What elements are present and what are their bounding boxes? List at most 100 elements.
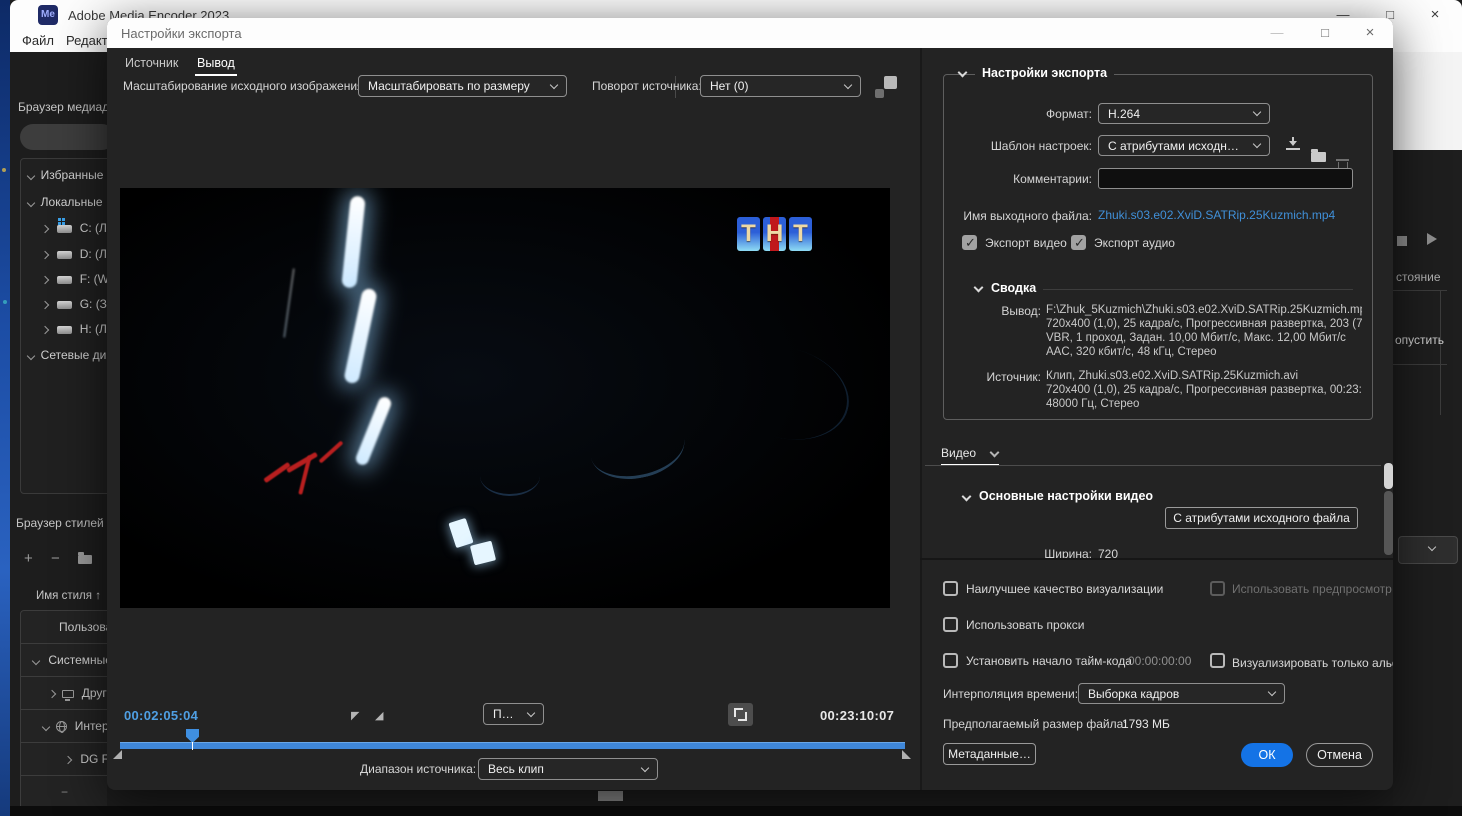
format-dropdown[interactable]: H.264 xyxy=(1098,103,1270,124)
export-video-checkbox[interactable] xyxy=(962,235,977,251)
video-settings-tab[interactable]: Видео xyxy=(941,446,976,460)
chevron-down-icon xyxy=(843,80,853,89)
close-button[interactable]: × xyxy=(1418,3,1452,27)
playhead[interactable] xyxy=(186,729,199,743)
best-quality-checkbox[interactable] xyxy=(943,581,958,596)
save-preset-icon[interactable] xyxy=(1286,137,1300,150)
source-range-dropdown[interactable]: Весь клип xyxy=(478,758,658,780)
comments-input[interactable] xyxy=(1098,168,1353,189)
tree-item-drive-g[interactable]: G: (З xyxy=(40,297,107,315)
add-preset-button[interactable]: + xyxy=(24,550,33,567)
tree-item-drive-f[interactable]: F: (W xyxy=(40,272,107,290)
tree-item-favorites[interactable]: Избранные xyxy=(26,168,103,186)
dialog-titlebar: Настройки экспорта — □ × xyxy=(107,18,1393,48)
source-range-label: Диапазон источника: xyxy=(360,762,477,776)
queue-dropdown[interactable] xyxy=(1398,536,1458,564)
out-point-marker-icon[interactable]: ◢ xyxy=(375,709,383,722)
menu-file[interactable]: Файл xyxy=(22,33,54,48)
export-audio-checkbox[interactable] xyxy=(1071,235,1086,251)
time-interpolation-dropdown[interactable]: Выборка кадров xyxy=(1078,683,1285,704)
summary-source-line: 720x400 (1,0), 25 кадра/с, Прогрессивная… xyxy=(1046,384,1362,396)
tree-item-local[interactable]: Локальные xyxy=(26,195,103,213)
use-previews-label: Использовать предпросмотр xyxy=(1232,582,1392,596)
preset-row-other[interactable]: Друго xyxy=(21,677,107,710)
dialog-close-button[interactable]: × xyxy=(1353,21,1387,45)
preset-row-system[interactable]: Системные xyxy=(21,644,107,677)
queue-panel-light-area xyxy=(1393,52,1462,150)
remove-preset-button[interactable]: − xyxy=(51,550,60,567)
duration-timecode: 00:23:10:07 xyxy=(820,708,895,723)
scaling-dropdown[interactable]: Масштабировать по размеру xyxy=(358,75,567,97)
media-browser-search-input[interactable] xyxy=(20,124,107,150)
summary-output-line: 720x400 (1,0), 25 кадра/с, Прогрессивная… xyxy=(1046,318,1362,330)
divider xyxy=(920,558,1393,560)
range-out-handle[interactable] xyxy=(902,750,911,759)
active-tab-underline xyxy=(195,74,237,76)
use-proxies-checkbox[interactable] xyxy=(943,617,958,632)
divider xyxy=(925,465,1381,466)
tree-item-drive-d[interactable]: D: (Л xyxy=(40,247,107,265)
estimated-size-value: 1793 МБ xyxy=(1122,717,1170,731)
in-point-marker-icon[interactable]: ◤ xyxy=(351,709,359,722)
timeline-scrubber[interactable] xyxy=(120,742,905,749)
preset-row-internet[interactable]: Интер xyxy=(21,710,107,743)
preset-column-header[interactable]: Имя стиля ↑ xyxy=(36,590,101,602)
aspect-crop-button[interactable] xyxy=(728,703,753,726)
summary-output-line: VBR, 1 проход, Задан. 10,00 Мбит/с, Макс… xyxy=(1046,332,1346,344)
tree-item-network-drives[interactable]: Сетевые ди xyxy=(26,348,106,366)
rotation-dropdown[interactable]: Нет (0) xyxy=(700,75,861,97)
current-timecode[interactable]: 00:02:05:04 xyxy=(124,708,198,723)
preset-folder-icon[interactable] xyxy=(77,551,92,564)
wallpaper-speck xyxy=(3,300,7,304)
horizontal-scrollbar-thumb[interactable] xyxy=(598,791,623,801)
chevron-right-icon xyxy=(40,224,50,234)
summary-source-line: 48000 Гц, Стерео xyxy=(1046,398,1140,410)
settings-scrollbar-thumb[interactable] xyxy=(1384,463,1393,489)
tree-item-drive-h[interactable]: H: (Л xyxy=(40,322,107,340)
monitor-icon xyxy=(62,689,75,701)
ok-button[interactable]: ОК xyxy=(1241,743,1293,767)
cancel-button[interactable]: Отмена xyxy=(1306,743,1373,767)
output-filename-link[interactable]: Zhuki.s03.e02.XviD.SATRip.25Kuzmich.mp4 xyxy=(1098,208,1335,222)
queue-panel-sliver: стояние опустить xyxy=(1393,150,1462,812)
metadata-button[interactable]: Метаданные… xyxy=(943,743,1036,765)
chevron-down-icon xyxy=(1252,139,1262,149)
match-source-button[interactable]: С атрибутами исходного файла xyxy=(1165,507,1358,529)
scale-compare-icon xyxy=(875,76,897,98)
render-alpha-checkbox[interactable] xyxy=(1210,653,1225,668)
stop-icon[interactable] xyxy=(1397,236,1407,246)
wallpaper-speck xyxy=(2,168,6,172)
output-name-label: Имя выходного файла: xyxy=(963,209,1092,223)
preset-row-dg-fast[interactable]: DG Fas xyxy=(21,743,107,776)
start-timecode-checkbox[interactable] xyxy=(943,653,958,668)
estimated-size-label: Предполагаемый размер файла: xyxy=(943,717,1127,731)
range-in-handle[interactable] xyxy=(113,750,122,759)
chevron-down-icon[interactable] xyxy=(989,447,1000,458)
left-panel-area: Браузер медиада Избранные Локальные C: (… xyxy=(10,52,107,812)
summary-source-label: Источник: xyxy=(986,370,1041,384)
tab-output[interactable]: Вывод xyxy=(197,56,235,70)
export-video-label: Экспорт видео xyxy=(985,236,1067,250)
chevron-down-icon xyxy=(549,80,559,89)
bottom-panel-strip xyxy=(10,806,1462,816)
skip-button[interactable]: опустить xyxy=(1395,333,1444,347)
zoom-level-dropdown[interactable]: По _ xyxy=(483,703,544,725)
chevron-right-icon xyxy=(63,755,73,765)
summary-output-line: F:\Zhuk_5Kuzmich\Zhuki.s03.e02.XviD.SATR… xyxy=(1046,304,1362,316)
dialog-minimize-button[interactable]: — xyxy=(1260,21,1294,45)
dialog-maximize-button[interactable]: □ xyxy=(1308,21,1342,45)
preset-dropdown[interactable]: С атрибутами исходного… xyxy=(1098,135,1270,156)
use-previews-checkbox xyxy=(1210,581,1225,596)
chevron-down-icon[interactable] xyxy=(961,491,972,502)
export-settings-dialog: Настройки экспорта — □ × Источник Вывод … xyxy=(107,18,1393,790)
import-preset-icon[interactable] xyxy=(1311,149,1326,162)
preset-row-user[interactable]: Пользовате xyxy=(21,611,107,644)
settings-scrollbar-track[interactable] xyxy=(1384,491,1393,555)
tree-item-drive-c[interactable]: C: (Л xyxy=(40,217,107,239)
export-settings-group-title: Настройки экспорта xyxy=(975,66,1115,80)
tab-source[interactable]: Источник xyxy=(125,56,178,70)
rotation-label: Поворот источника: xyxy=(592,79,702,93)
chevron-down-icon xyxy=(41,722,51,732)
start-queue-icon[interactable] xyxy=(1427,233,1437,245)
chevron-down-icon xyxy=(1267,687,1277,697)
